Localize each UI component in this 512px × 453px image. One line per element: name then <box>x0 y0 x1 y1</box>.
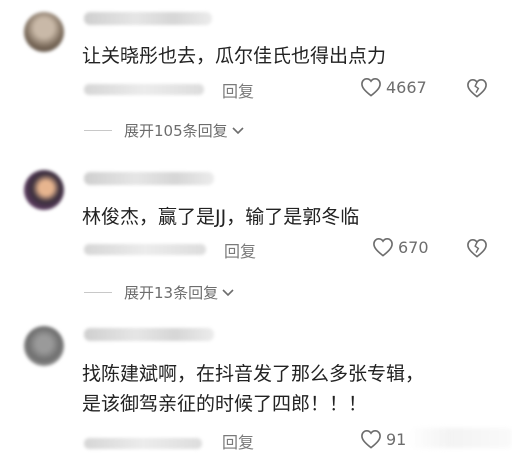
expand-replies-button[interactable]: 展开13条回复 <box>84 282 234 303</box>
dislike-button[interactable] <box>466 78 488 102</box>
dislike-button[interactable] <box>466 238 488 262</box>
comment-text: 林俊杰，赢了是JJ，输了是郭冬临 <box>82 206 360 228</box>
heart-outline-icon <box>361 429 381 449</box>
comment-text-line-2: 是该御驾亲征的时候了四郎！！！ <box>82 393 368 415</box>
like-button[interactable]: 91 <box>360 429 406 449</box>
comment-text: 让关晓彤也去，瓜尔佳氏也得出点力 <box>82 45 387 67</box>
divider-line <box>84 292 112 293</box>
chevron-down-icon <box>222 288 234 296</box>
avatar[interactable] <box>24 326 64 366</box>
like-count: 670 <box>398 237 429 257</box>
reply-button[interactable]: 回复 <box>222 78 254 102</box>
broken-heart-icon <box>467 78 487 98</box>
like-count: 91 <box>386 429 407 449</box>
username-blurred[interactable] <box>84 328 214 341</box>
heart-outline-icon <box>373 237 393 257</box>
heart-outline-icon <box>361 77 381 97</box>
username-blurred[interactable] <box>84 12 212 25</box>
expand-label: 展开105条回复 <box>124 122 228 140</box>
avatar[interactable] <box>24 170 64 210</box>
like-button[interactable]: 670 <box>372 237 429 257</box>
comment-meta-blurred <box>84 84 204 95</box>
avatar[interactable] <box>24 12 64 52</box>
comment-text-line-1: 找陈建斌啊，在抖音发了那么多张专辑， <box>82 363 425 385</box>
like-count: 4667 <box>386 77 427 97</box>
broken-heart-icon <box>467 238 487 258</box>
reply-button[interactable]: 回复 <box>222 429 254 453</box>
expand-replies-button[interactable]: 展开105条回复 <box>84 120 244 141</box>
watermark-blurred <box>408 428 512 448</box>
expand-label: 展开13条回复 <box>124 284 219 302</box>
comment-meta-blurred <box>84 244 206 255</box>
like-button[interactable]: 4667 <box>360 77 427 97</box>
reply-button[interactable]: 回复 <box>224 238 256 262</box>
username-blurred[interactable] <box>84 172 214 185</box>
comment-meta-blurred <box>84 438 202 449</box>
divider-line <box>84 130 112 131</box>
chevron-down-icon <box>232 126 244 134</box>
